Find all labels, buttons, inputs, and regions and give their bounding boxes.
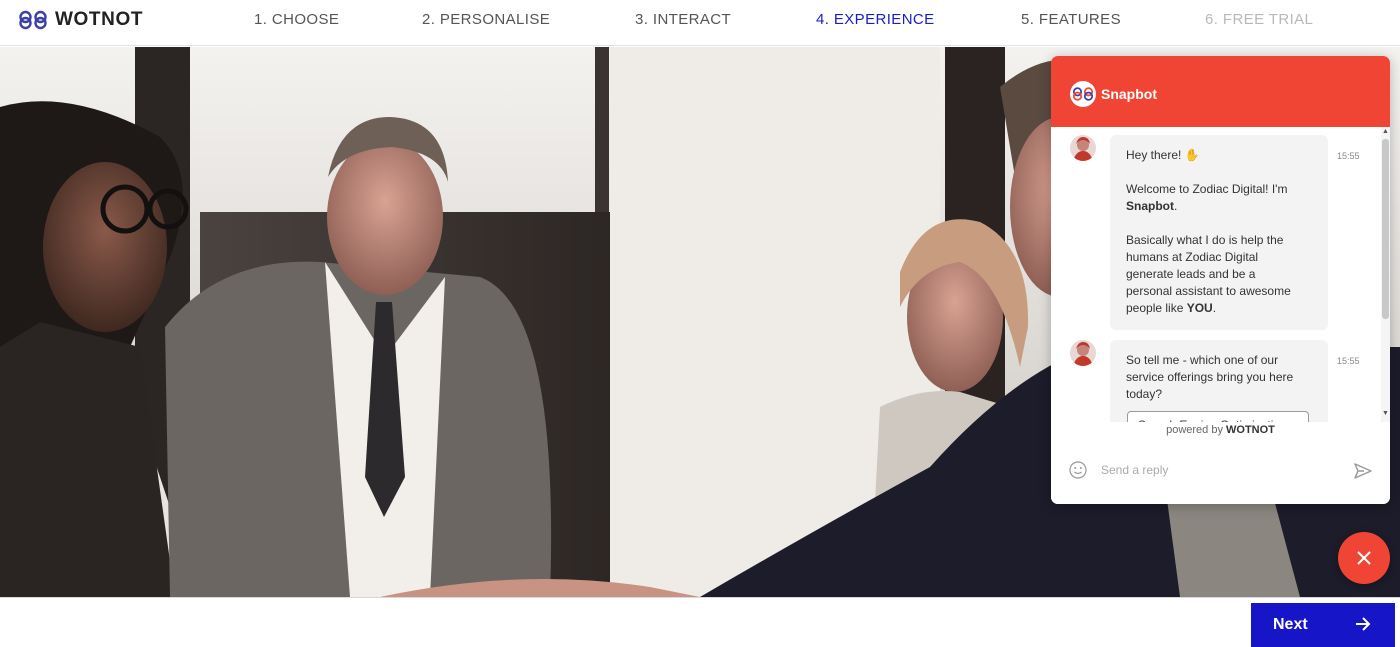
step-choose[interactable]: 1. CHOOSE (254, 11, 339, 28)
powered-by-text: powered by (1166, 424, 1223, 436)
intro-line-2: humans at Zodiac Digital (1126, 250, 1259, 264)
message-time: 15:55 (1337, 356, 1360, 366)
scroll-thumb[interactable] (1382, 139, 1389, 319)
bot-logo-icon (1070, 81, 1096, 107)
welcome-text: Welcome to Zodiac Digital! I'm (1126, 182, 1288, 196)
chat-header: Snapbot (1051, 56, 1390, 127)
bot-avatar (1070, 135, 1096, 161)
send-icon[interactable] (1353, 461, 1373, 481)
you-bold: YOU (1186, 301, 1213, 315)
powered-by-brand: WOTNOT (1226, 424, 1275, 436)
bot-message-bubble: So tell me - which one of our service of… (1110, 340, 1328, 422)
chat-widget: Snapbot Hey there! ✋ Welcome to Zodiac D… (1051, 56, 1390, 504)
reply-input[interactable] (1101, 457, 1331, 483)
question-line-3: today? (1126, 387, 1163, 401)
wave-icon: ✋ (1184, 148, 1200, 162)
wotnot-logo-icon (19, 10, 47, 30)
question-line-1: So tell me - which one of our (1126, 353, 1279, 367)
powered-by[interactable]: powered by WOTNOT (1051, 424, 1390, 436)
intro-line-3: generate leads and be a (1126, 267, 1256, 281)
reply-composer (1051, 451, 1390, 504)
welcome-end: . (1174, 199, 1178, 213)
close-chat-button[interactable] (1338, 532, 1390, 584)
intro-line-4: personal assistant to awesome (1126, 284, 1291, 298)
top-navigation: WOTNOT 1. CHOOSE 2. PERSONALISE 3. INTER… (0, 0, 1400, 46)
chat-message-list[interactable]: Hey there! ✋ Welcome to Zodiac Digital! … (1051, 127, 1390, 422)
arrow-right-icon (1356, 617, 1371, 631)
chat-scrollbar[interactable]: ▲ ▼ (1381, 127, 1390, 422)
next-button-label: Next (1273, 616, 1308, 633)
step-experience[interactable]: 4. EXPERIENCE (816, 11, 935, 28)
next-button[interactable]: Next (1251, 603, 1395, 647)
brand-name: WOTNOT (55, 9, 144, 30)
bot-avatar (1070, 340, 1096, 366)
intro-line-5: people like (1126, 301, 1187, 315)
service-option-button[interactable]: Search Engine Optimisation (1127, 411, 1309, 422)
message-time: 15:55 (1337, 151, 1360, 161)
bot-name-bold: Snapbot (1126, 199, 1174, 213)
emoji-icon[interactable] (1068, 460, 1088, 480)
intro-end: . (1212, 301, 1217, 315)
step-free-trial: 6. FREE TRIAL (1205, 11, 1314, 28)
close-icon (1357, 551, 1371, 565)
bot-name: Snapbot (1101, 86, 1157, 102)
scroll-down-icon[interactable]: ▼ (1382, 410, 1389, 417)
bot-message-bubble: Hey there! ✋ Welcome to Zodiac Digital! … (1110, 135, 1328, 330)
scroll-up-icon[interactable]: ▲ (1382, 128, 1389, 135)
greeting-text: Hey there! (1126, 148, 1182, 162)
question-line-2: service offerings bring you here (1126, 370, 1294, 384)
step-features[interactable]: 5. FEATURES (1021, 11, 1121, 28)
step-personalise[interactable]: 2. PERSONALISE (422, 11, 550, 28)
intro-line-1: Basically what I do is help the (1126, 233, 1284, 247)
bottom-bar: Next (0, 597, 1400, 647)
brand-logo[interactable]: WOTNOT (18, 9, 143, 31)
step-interact[interactable]: 3. INTERACT (635, 11, 731, 28)
